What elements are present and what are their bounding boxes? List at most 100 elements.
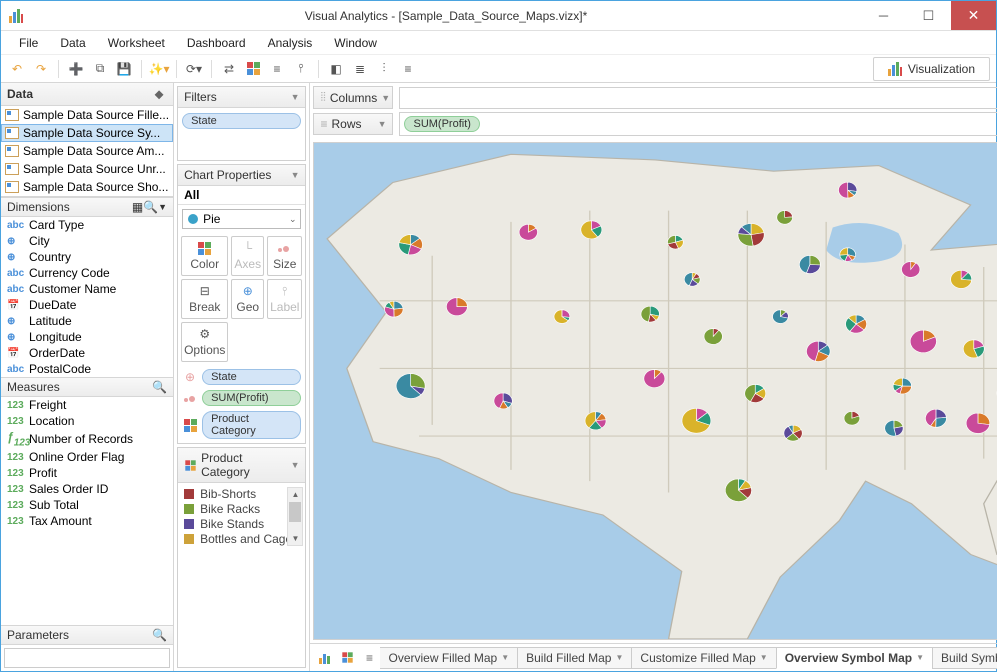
filters-header[interactable]: Filters ▼ — [178, 87, 305, 108]
dimensions-menu-icon[interactable]: ▼ — [158, 202, 167, 212]
map-pie-marker[interactable] — [807, 341, 831, 361]
data-source-item[interactable]: Sample Data Source Am... — [1, 142, 173, 160]
map-pie-marker[interactable] — [777, 211, 793, 225]
duplicate-button[interactable]: ⧉ — [90, 59, 110, 79]
swap-button[interactable]: ⇄ — [219, 59, 239, 79]
data-source-item[interactable]: Sample Data Source Unr... — [1, 160, 173, 178]
highlight-button[interactable]: ◧ — [326, 59, 346, 79]
visualization-button[interactable]: Visualization — [873, 57, 990, 81]
measure-field[interactable]: 123Online Order Flag — [1, 449, 173, 465]
map-pie-marker[interactable] — [668, 235, 684, 249]
mark-type-select[interactable]: Pie ⌄ — [182, 209, 301, 229]
map-pie-marker[interactable] — [685, 273, 701, 287]
data-menu-icon[interactable]: ⬥ — [151, 86, 167, 102]
measure-field[interactable]: 123Freight — [1, 397, 173, 413]
color-cell[interactable]: Color — [181, 236, 228, 276]
search-icon[interactable]: 🔍 — [152, 380, 167, 394]
geo-cell[interactable]: ⊕Geo — [231, 279, 264, 319]
map-pie-marker[interactable] — [964, 340, 985, 358]
map-pie-marker[interactable] — [911, 330, 937, 353]
sheet-tab[interactable]: Build Filled Map▼ — [517, 647, 632, 669]
align-right-button[interactable]: ≡ — [398, 59, 418, 79]
legend-item[interactable]: Bike Stands — [184, 517, 299, 531]
map-pie-marker[interactable] — [967, 413, 991, 433]
rows-shelf-drop[interactable]: SUM(Profit) — [399, 112, 997, 136]
map-pie-marker[interactable] — [682, 408, 711, 433]
axes-cell[interactable]: └Axes — [231, 236, 264, 276]
data-source-item[interactable]: Sample Data Source Sy... — [1, 124, 173, 142]
measure-field[interactable]: 123Location — [1, 413, 173, 429]
align-left-button[interactable]: ≣ — [350, 59, 370, 79]
map-pie-marker[interactable] — [773, 310, 789, 324]
map-pie-marker[interactable] — [840, 248, 856, 262]
maximize-button[interactable]: ☐ — [906, 1, 951, 30]
map-pie-marker[interactable] — [800, 256, 821, 274]
legend-item[interactable]: Bike Racks — [184, 502, 299, 516]
map-pie-marker[interactable] — [586, 412, 607, 430]
close-button[interactable]: ✕ — [951, 1, 996, 30]
map-pie-marker[interactable] — [447, 298, 468, 316]
undo-button[interactable]: ↶ — [7, 59, 27, 79]
map-pie-marker[interactable] — [894, 378, 912, 394]
parameter-input[interactable] — [4, 648, 170, 668]
data-source-item[interactable]: Sample Data Source Fille... — [1, 106, 173, 124]
new-sheet-button[interactable]: ➕ — [66, 59, 86, 79]
measure-field[interactable]: 123Sub Total — [1, 497, 173, 513]
dimension-field[interactable]: 📅DueDate — [1, 297, 173, 313]
map-pie-marker[interactable] — [726, 479, 752, 502]
show-tabs-icon[interactable]: ≡ — [358, 647, 380, 669]
clear-button[interactable]: ✨▾ — [149, 59, 169, 79]
map-pie-marker[interactable] — [844, 412, 860, 426]
sort-asc-button[interactable] — [243, 59, 263, 79]
redo-button[interactable]: ↷ — [31, 59, 51, 79]
new-dashboard-icon[interactable] — [336, 647, 358, 669]
rows-pill[interactable]: SUM(Profit) — [404, 116, 479, 132]
sort-desc-button[interactable]: ≡ — [267, 59, 287, 79]
minimize-button[interactable]: ─ — [861, 1, 906, 30]
dimension-field[interactable]: 📅OrderDate — [1, 345, 173, 361]
legend-item[interactable]: Bib-Shorts — [184, 487, 299, 501]
map-pie-marker[interactable] — [581, 221, 602, 239]
scroll-up-icon[interactable]: ▲ — [288, 488, 302, 501]
scroll-down-icon[interactable]: ▼ — [288, 532, 302, 545]
new-worksheet-icon[interactable] — [314, 647, 336, 669]
menu-data[interactable]: Data — [50, 33, 95, 53]
map-pie-marker[interactable] — [494, 393, 512, 409]
shelf-pill-color[interactable]: Product Category — [202, 411, 301, 439]
menu-window[interactable]: Window — [324, 33, 387, 53]
shelf-pill-geo[interactable]: State — [202, 369, 301, 385]
map-pie-marker[interactable] — [705, 329, 723, 345]
map-pie-marker[interactable] — [385, 301, 403, 317]
legend-scrollbar[interactable]: ▲ ▼ — [287, 487, 303, 546]
table-icon[interactable]: ▦ — [132, 200, 143, 214]
map-pie-marker[interactable] — [397, 374, 426, 399]
map-pie-marker[interactable] — [839, 182, 857, 198]
sheet-tab[interactable]: Build Symbol Map▼ — [932, 647, 997, 669]
totals-button[interactable]: ⫯ — [291, 59, 311, 79]
sheet-tab[interactable]: Customize Filled Map▼ — [631, 647, 776, 669]
legend-header[interactable]: Product Category ▼ — [178, 448, 305, 483]
sheet-tab[interactable]: Overview Symbol Map▼ — [776, 647, 933, 669]
map-pie-marker[interactable] — [951, 270, 972, 288]
refresh-button[interactable]: ⟳▾ — [184, 59, 204, 79]
dimension-field[interactable]: ⊕Latitude — [1, 313, 173, 329]
save-button[interactable]: 💾 — [114, 59, 134, 79]
columns-shelf-label[interactable]: ⦙⦙Columns▼ — [313, 86, 393, 109]
measure-field[interactable]: ƒ123Number of Records — [1, 429, 173, 449]
rows-shelf-label[interactable]: ≡Rows▼ — [313, 113, 393, 135]
measure-field[interactable]: 123Sales Order ID — [1, 481, 173, 497]
map-view[interactable] — [313, 142, 997, 640]
dimension-field[interactable]: abcCustomer Name — [1, 281, 173, 297]
dimension-field[interactable]: abcCurrency Code — [1, 265, 173, 281]
menu-analysis[interactable]: Analysis — [258, 33, 323, 53]
break-cell[interactable]: ⊟Break — [181, 279, 228, 319]
legend-item[interactable]: Bottles and Cages — [184, 532, 299, 546]
align-center-button[interactable]: ⫶ — [374, 59, 394, 79]
menu-file[interactable]: File — [9, 33, 48, 53]
map-pie-marker[interactable] — [641, 306, 659, 322]
map-pie-marker[interactable] — [784, 425, 802, 441]
sheet-tab[interactable]: Overview Filled Map▼ — [380, 647, 518, 669]
dimension-field[interactable]: ⊕City — [1, 233, 173, 249]
measure-field[interactable]: 123Profit — [1, 465, 173, 481]
map-pie-marker[interactable] — [520, 224, 538, 240]
